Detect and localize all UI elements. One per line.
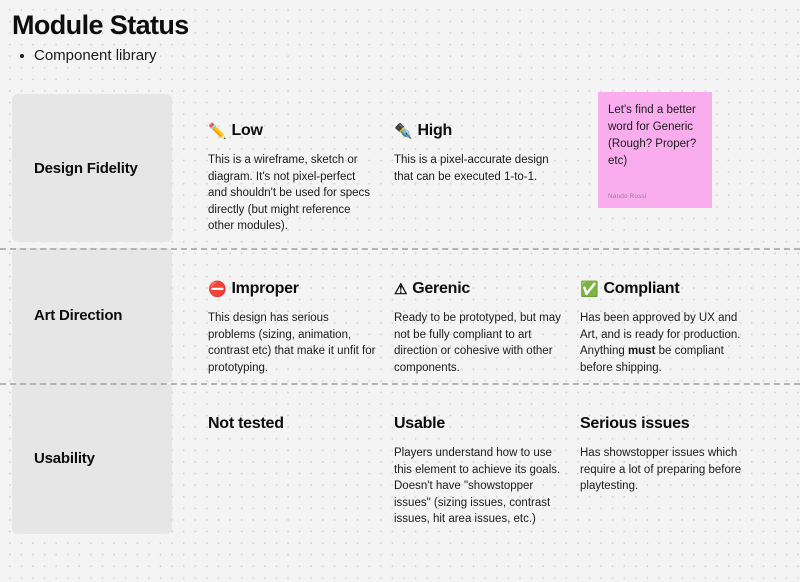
cell-body: Players understand how to use this eleme… — [394, 445, 562, 528]
cell-body: Has showstopper issues which require a l… — [580, 445, 748, 495]
row-label-card-design-fidelity[interactable]: Design Fidelity — [12, 94, 172, 242]
subtitle-list: Component library — [12, 46, 612, 66]
row-cells: Not tested Usable Players understand how… — [172, 383, 800, 558]
cell-heading-label: Improper — [231, 280, 299, 297]
cell-body-text: Has showstopper issues which require a l… — [580, 447, 742, 492]
cell-heading-label: Serious issues — [580, 415, 690, 432]
matrix-row-usability: Usability Not tested Usable Players unde… — [0, 383, 800, 558]
cell-heading: ✅ Compliant — [580, 278, 748, 300]
cell-design-fidelity-high[interactable]: ✒️ High This is a pixel-accurate design … — [394, 120, 580, 248]
cell-art-direction-improper[interactable]: ⛔ Improper This design has serious probl… — [208, 278, 394, 383]
cell-heading-label: Compliant — [603, 280, 680, 297]
cell-body: This design has serious problems (sizing… — [208, 310, 376, 376]
green-check-box-icon: ✅ — [580, 280, 599, 298]
cell-heading-label: Low — [231, 122, 263, 139]
cell-heading: Not tested — [208, 413, 376, 435]
cell-body-text: This is a pixel-accurate design that can… — [394, 154, 549, 183]
cell-body-text: This design has serious problems (sizing… — [208, 312, 376, 374]
subtitle-label: Component library — [34, 47, 157, 64]
cell-usability-usable[interactable]: Usable Players understand how to use thi… — [394, 413, 580, 558]
cell-art-direction-compliant[interactable]: ✅ Compliant Has been approved by UX and … — [580, 278, 766, 383]
row-separator — [0, 248, 800, 250]
cell-art-direction-gerenic[interactable]: ⚠ Gerenic Ready to be prototyped, but ma… — [394, 278, 580, 383]
row-separator — [0, 383, 800, 385]
sticky-note-text: Let's find a better word for Generic (Ro… — [608, 104, 697, 167]
cell-body-text-rich: Has been approved by UX and Art, and is … — [580, 310, 748, 376]
cell-heading: ⛔ Improper — [208, 278, 376, 300]
row-label-text: Art Direction — [34, 307, 123, 324]
cell-body: This is a pixel-accurate design that can… — [394, 152, 562, 185]
cell-heading: Usable — [394, 413, 562, 435]
row-label-card-art-direction[interactable]: Art Direction — [12, 248, 172, 383]
row-cells: ⛔ Improper This design has serious probl… — [172, 248, 800, 383]
cell-body-text: Ready to be prototyped, but may not be f… — [394, 312, 561, 374]
header: Module Status Component library — [12, 8, 612, 66]
no-entry-icon: ⛔ — [208, 280, 227, 298]
cell-heading: Serious issues — [580, 413, 748, 435]
cell-body-text: This is a wireframe, sketch or diagram. … — [208, 154, 371, 232]
page-title: Module Status — [12, 10, 189, 40]
cell-body: This is a wireframe, sketch or diagram. … — [208, 152, 376, 235]
cell-heading: ✒️ High — [394, 120, 562, 142]
cell-heading-label: Gerenic — [412, 280, 471, 297]
sticky-note-author: Nando Rossi — [608, 193, 647, 200]
pencil-icon: ✏️ — [208, 122, 227, 140]
list-item: Component library — [12, 46, 612, 66]
body-bold: must — [627, 345, 656, 357]
cell-heading-label: Not tested — [208, 415, 284, 432]
cell-body-text-line1: Players understand how to use this eleme… — [394, 447, 561, 476]
cell-body-text-line2: Doesn't have "showstopper issues" (sizin… — [394, 480, 551, 525]
cell-heading: ✏️ Low — [208, 120, 376, 142]
matrix-row-art-direction: Art Direction ⛔ Improper This design has… — [0, 248, 800, 383]
sticky-note[interactable]: Let's find a better word for Generic (Ro… — [598, 92, 712, 208]
cell-heading-label: High — [417, 122, 452, 139]
fountain-pen-icon: ✒️ — [394, 122, 413, 140]
cell-body: Has been approved by UX and Art, and is … — [580, 310, 748, 376]
warning-triangle-icon: ⚠ — [394, 280, 408, 298]
cell-usability-not-tested[interactable]: Not tested — [208, 413, 394, 558]
row-label-text: Usability — [34, 450, 95, 467]
row-label-text: Design Fidelity — [34, 159, 138, 177]
bullet-dot-icon — [20, 54, 24, 58]
cell-body: Ready to be prototyped, but may not be f… — [394, 310, 562, 376]
cell-design-fidelity-low[interactable]: ✏️ Low This is a wireframe, sketch or di… — [208, 120, 394, 248]
cell-usability-serious-issues[interactable]: Serious issues Has showstopper issues wh… — [580, 413, 766, 558]
cell-heading: ⚠ Gerenic — [394, 278, 562, 300]
cell-heading-label: Usable — [394, 415, 445, 432]
row-label-card-usability[interactable]: Usability — [12, 383, 172, 534]
